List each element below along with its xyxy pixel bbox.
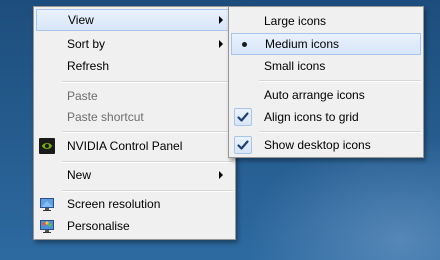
chevron-right-icon [219,16,223,24]
menu-item-new[interactable]: New [36,164,233,186]
menu-item-label: Paste shortcut [67,110,144,124]
submenu-item-show-desktop-icons[interactable]: Show desktop icons [231,134,421,156]
submenu-item-label: Auto arrange icons [264,88,365,102]
menu-item-screen-resolution[interactable]: Screen resolution [36,193,233,215]
checkmark-icon [234,108,252,126]
menu-item-label: View [68,13,94,27]
menu-item-paste-shortcut[interactable]: Paste shortcut [36,106,233,128]
desktop-context-menu: View Sort by Refresh Paste Paste shortcu… [33,6,236,240]
menu-separator [62,190,233,192]
nvidia-logo-icon [39,138,55,154]
menu-separator [259,80,421,82]
radio-dot-icon [242,42,247,47]
submenu-item-small-icons[interactable]: Small icons [231,55,421,77]
menu-item-view[interactable]: View [36,9,233,31]
menu-item-sort-by[interactable]: Sort by [36,33,233,55]
menu-item-label: Screen resolution [67,197,161,211]
submenu-item-label: Align icons to grid [264,110,359,124]
menu-item-personalise[interactable]: Personalise [36,215,233,237]
menu-separator [62,81,233,83]
submenu-item-medium-icons[interactable]: Medium icons [231,33,421,55]
menu-item-label: New [67,168,92,182]
submenu-item-label: Large icons [264,14,327,28]
view-submenu: Large icons Medium icons Small icons Aut… [228,6,424,158]
menu-item-label: Paste [67,89,98,103]
menu-item-refresh[interactable]: Refresh [36,55,233,77]
menu-item-nvidia-control-panel[interactable]: NVIDIA Control Panel [36,135,233,157]
menu-item-label: NVIDIA Control Panel [67,139,183,153]
personalise-monitor-icon [39,218,55,234]
chevron-right-icon [219,40,223,48]
menu-separator [259,131,421,133]
monitor-icon [39,196,55,212]
menu-separator [62,161,233,163]
menu-item-label: Refresh [67,59,110,73]
submenu-item-label: Small icons [264,59,326,73]
submenu-item-label: Medium icons [265,37,340,51]
menu-item-paste[interactable]: Paste [36,85,233,107]
menu-separator [62,131,233,133]
submenu-item-large-icons[interactable]: Large icons [231,10,421,32]
chevron-right-icon [219,171,223,179]
menu-item-label: Sort by [67,37,106,51]
checkmark-icon [234,136,252,154]
submenu-item-label: Show desktop icons [264,138,371,152]
submenu-item-align-icons-to-grid[interactable]: Align icons to grid [231,106,421,128]
menu-item-label: Personalise [67,219,130,233]
submenu-item-auto-arrange-icons[interactable]: Auto arrange icons [231,84,421,106]
